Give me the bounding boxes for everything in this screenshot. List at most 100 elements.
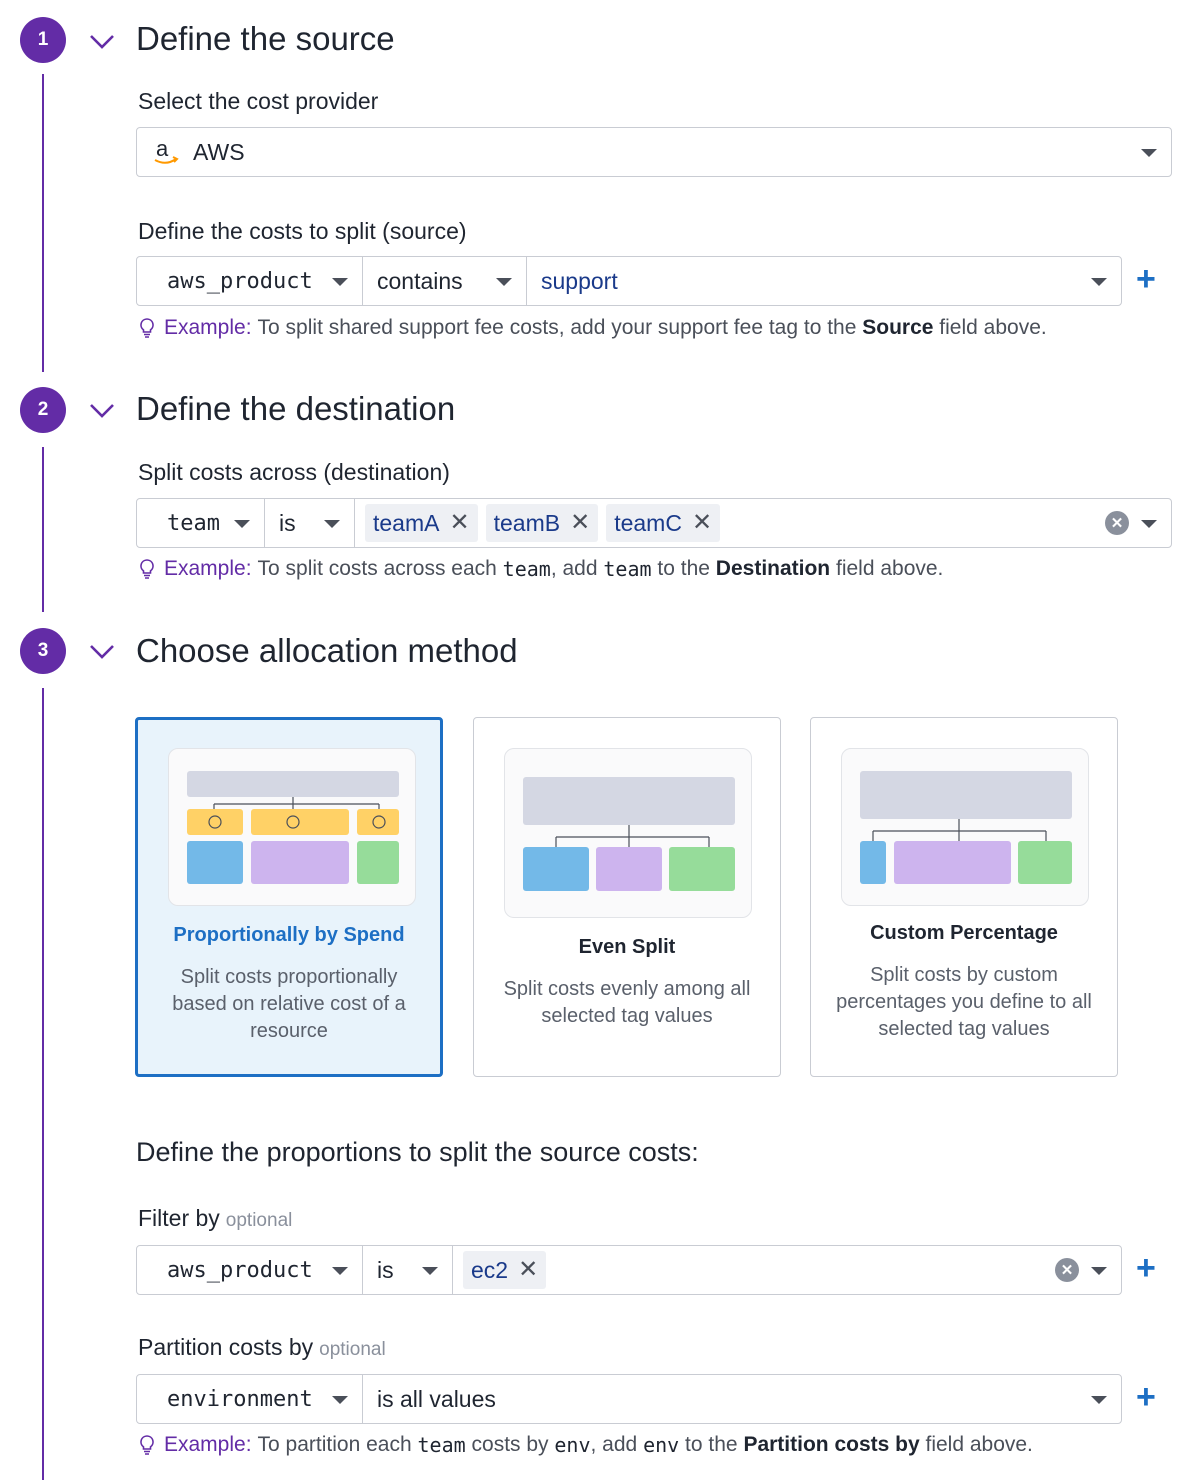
operator-value: is	[377, 1256, 394, 1283]
tag-key-value: aws_product	[167, 1257, 313, 1283]
chip-label: teamB	[493, 509, 561, 536]
chip-label: teamA	[373, 509, 440, 536]
caret-down-icon	[332, 1396, 348, 1404]
source-tag-key-select[interactable]: aws_product	[137, 257, 363, 305]
tag-chip: teamC ✕	[606, 504, 721, 542]
hint-code: env	[554, 1433, 591, 1457]
caret-down-icon	[422, 1267, 438, 1275]
chip-label: ec2	[471, 1256, 509, 1283]
hint-example-label: Example:	[164, 1433, 252, 1456]
remove-chip-icon[interactable]: ✕	[449, 511, 469, 535]
hint-bold: Source	[862, 316, 934, 339]
proportional-illustration	[168, 748, 416, 906]
card-title: Even Split	[578, 936, 676, 958]
hint-text: costs by	[471, 1433, 549, 1456]
allocation-card-proportional[interactable]: Proportionally by Spend Split costs prop…	[135, 717, 443, 1077]
tag-value: support	[541, 267, 618, 294]
clear-all-icon[interactable]: ✕	[1105, 511, 1129, 535]
caret-down-icon	[324, 520, 340, 528]
svg-text:a: a	[156, 138, 169, 161]
card-description: Split costs proportionally based on rela…	[172, 966, 406, 1042]
hint-bold: Partition costs by	[743, 1433, 920, 1456]
operator-value: is	[279, 509, 296, 536]
filter-values-input[interactable]: ec2 ✕ ✕	[453, 1246, 1121, 1294]
step-3-title: Choose allocation method	[136, 632, 518, 669]
add-partition-button[interactable]: +	[1136, 1380, 1156, 1414]
clear-all-icon[interactable]: ✕	[1055, 1258, 1079, 1282]
even-split-illustration	[504, 748, 752, 918]
partition-row: environment is all values	[136, 1374, 1122, 1424]
step-1-badge: 1	[20, 17, 66, 63]
destination-tag-key-select[interactable]: team	[137, 499, 265, 547]
filter-row: aws_product is ec2 ✕ ✕	[136, 1245, 1122, 1295]
tag-key-value: aws_product	[167, 268, 313, 294]
card-title: Proportionally by Spend	[173, 924, 405, 946]
step-number: 2	[37, 399, 49, 420]
operator-value: is all values	[377, 1385, 496, 1412]
source-costs-label: Define the costs to split (source)	[138, 218, 467, 244]
lightbulb-icon	[140, 559, 154, 579]
add-filter-button[interactable]: +	[1136, 1251, 1156, 1285]
remove-chip-icon[interactable]: ✕	[570, 511, 590, 535]
hint-text: , add	[550, 557, 598, 580]
custom-percentage-diagram	[860, 771, 1072, 884]
cost-provider-label: Select the cost provider	[138, 88, 379, 114]
custom-percentage-illustration	[841, 748, 1089, 906]
lightbulb-icon	[140, 1435, 154, 1455]
hint-bold: Destination	[715, 557, 831, 580]
partition-tag-key-select[interactable]: environment	[137, 1375, 363, 1423]
amazon-logo-icon: a	[154, 138, 179, 164]
chevron-down-icon[interactable]	[88, 401, 116, 421]
tag-key-value: environment	[167, 1386, 313, 1412]
caret-down-icon	[496, 278, 512, 286]
operator-value: contains	[377, 267, 463, 294]
cost-provider-select[interactable]: a AWS	[136, 127, 1172, 177]
proportions-heading: Define the proportions to split the sour…	[136, 1137, 699, 1167]
step-3-badge: 3	[20, 628, 66, 674]
hint-code: team	[417, 1433, 466, 1457]
filter-tag-key-select[interactable]: aws_product	[137, 1246, 363, 1294]
allocation-card-even-split[interactable]: Even Split Split costs evenly among all …	[473, 717, 781, 1077]
partition-by-label: Partition costs by optional	[138, 1334, 386, 1361]
label-text: Filter by	[138, 1205, 220, 1231]
step-2-badge: 2	[20, 387, 66, 433]
add-source-filter-button[interactable]: +	[1136, 262, 1156, 296]
step-2-connector	[42, 447, 44, 612]
tag-chip: teamB ✕	[485, 504, 599, 542]
partition-operator-select[interactable]: is all values	[363, 1375, 1121, 1423]
hint-text: field above.	[925, 1433, 1033, 1456]
tag-key-value: team	[167, 510, 220, 536]
chevron-down-icon[interactable]	[88, 642, 116, 662]
provider-name: AWS	[193, 138, 245, 165]
caret-down-icon	[332, 278, 348, 286]
caret-down-icon	[332, 1267, 348, 1275]
caret-down-icon	[1141, 149, 1157, 157]
cost-provider-value[interactable]: a AWS	[137, 128, 1171, 176]
chevron-down-icon[interactable]	[88, 32, 116, 52]
even-split-diagram	[523, 777, 735, 891]
hint-text: , add	[590, 1433, 638, 1456]
hint-text: field above.	[835, 557, 944, 580]
remove-chip-icon[interactable]: ✕	[518, 1258, 538, 1282]
destination-values-input[interactable]: teamA ✕ teamB ✕ teamC ✕ ✕	[355, 499, 1171, 547]
hint-text: to the	[657, 557, 710, 580]
step-number: 1	[37, 29, 49, 50]
tag-chip: teamA ✕	[365, 504, 478, 542]
remove-chip-icon[interactable]: ✕	[692, 511, 712, 535]
destination-operator-select[interactable]: is	[265, 499, 355, 547]
step-number: 3	[37, 640, 49, 661]
hint-text: field above.	[939, 316, 1047, 339]
optional-tag: optional	[225, 1210, 293, 1231]
caret-down-icon	[1141, 520, 1157, 528]
source-hint: Example: To split shared support fee cos…	[138, 316, 1047, 340]
hint-text: To split costs across each	[257, 557, 497, 580]
filter-operator-select[interactable]: is	[363, 1246, 453, 1294]
chip-label: teamC	[614, 509, 682, 536]
step-1-title: Define the source	[136, 20, 395, 57]
source-value-select[interactable]: support	[527, 257, 1121, 305]
allocation-card-custom-percentage[interactable]: Custom Percentage Split costs by custom …	[810, 717, 1118, 1077]
label-text: Partition costs by	[138, 1334, 314, 1360]
source-operator-select[interactable]: contains	[363, 257, 527, 305]
destination-hint: Example: To split costs across each team…	[138, 557, 943, 581]
source-filter-row: aws_product contains support	[136, 256, 1122, 306]
